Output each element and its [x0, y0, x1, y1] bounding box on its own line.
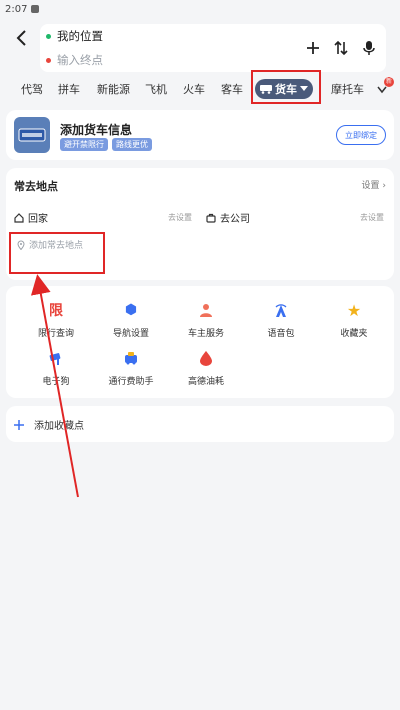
toll-helper-icon [121, 348, 141, 368]
home-label: 回家 [28, 214, 48, 225]
add-favorite-label: 添加收藏点 [34, 421, 84, 432]
truck-card-title: 添加货车信息 [60, 123, 133, 137]
owner-service-icon [196, 300, 216, 320]
truck-tags: 避开禁限行 路线更优 [60, 138, 152, 151]
tag-better-route: 路线更优 [112, 138, 152, 151]
home-place[interactable]: 回家 [14, 210, 48, 225]
company-label: 去公司 [220, 214, 250, 225]
swap-button[interactable] [332, 36, 350, 60]
service-toll-helper[interactable]: 通行费助手 [91, 348, 171, 387]
route-actions [304, 36, 378, 60]
settings-icon: ⬢ [124, 302, 138, 318]
service-fuel-consumption[interactable]: 高德油耗 [166, 348, 246, 387]
home-icon [14, 212, 24, 223]
destination-placeholder: 输入终点 [57, 53, 103, 67]
route-header: 我的位置 输入终点 [0, 18, 400, 72]
service-label: 高德油耗 [187, 377, 224, 387]
back-button[interactable] [10, 26, 34, 50]
back-arrow-icon [16, 30, 26, 46]
fuel-consumption-icon [196, 348, 216, 368]
plus-icon [14, 419, 24, 430]
home-set-link[interactable]: 去设置 [168, 212, 192, 223]
service-label: 收藏夹 [340, 329, 368, 339]
favorites-icon: ★ [346, 300, 362, 320]
places-settings-label: 设置 [361, 181, 380, 191]
service-label: 语音包 [267, 329, 295, 339]
company-set-link[interactable]: 去设置 [360, 212, 384, 223]
briefcase-icon [206, 213, 216, 223]
destination-field[interactable]: 输入终点 [46, 48, 103, 72]
voice-pack-icon [271, 300, 291, 320]
route-input-card: 我的位置 输入终点 [40, 24, 386, 72]
places-title: 常去地点 [14, 180, 58, 193]
end-dot-icon [46, 57, 51, 63]
service-label: 通行费助手 [108, 377, 154, 387]
service-label: 车主服务 [187, 329, 224, 339]
truck-info-card[interactable]: 添加货车信息 避开禁限行 路线更优 立即绑定 [6, 110, 394, 160]
tab-designated-driver[interactable]: 代驾 [21, 82, 43, 98]
service-navigation-settings[interactable]: ⬢ 导航设置 [91, 300, 171, 339]
status-bar: 2:07 [0, 0, 400, 18]
tag-avoid-restrictions: 避开禁限行 [60, 138, 108, 151]
notification-icon [31, 5, 40, 13]
chevron-right-icon: › [382, 181, 386, 191]
tab-flight[interactable]: 飞机 [145, 82, 167, 98]
chevron-down-icon [377, 86, 387, 94]
license-plate-icon [18, 128, 46, 142]
truck-tab-highlight-box [251, 70, 321, 104]
truck-plate-image [14, 117, 50, 153]
service-favorites[interactable]: ★ 收藏夹 [314, 300, 394, 340]
start-dot-icon [46, 33, 51, 39]
add-favorite-card[interactable]: 添加收藏点 [6, 406, 394, 442]
start-label: 我的位置 [57, 29, 103, 43]
services-card: 限 限行查询 ⬢ 导航设置 车主服务 语音包 ★ 收藏夹 电子狗 通行费助手 高… [6, 286, 394, 398]
tab-carpool[interactable]: 拼车 [58, 82, 80, 98]
new-badge: 新 [384, 77, 394, 87]
places-settings-link[interactable]: 设置 › [362, 178, 387, 191]
service-speed-camera[interactable]: 电子狗 [16, 348, 96, 387]
tab-train[interactable]: 火车 [183, 82, 205, 98]
service-owner-service[interactable]: 车主服务 [166, 300, 246, 339]
swap-icon [334, 40, 348, 56]
transport-mode-bar: 代驾 拼车 新能源 飞机 火车 客车 货车 摩托车 新 [0, 72, 400, 108]
microphone-icon [363, 41, 375, 55]
company-place[interactable]: 去公司 [206, 210, 250, 225]
tab-motorcycle[interactable]: 摩托车 [331, 82, 364, 98]
service-label: 导航设置 [112, 329, 149, 339]
add-place-highlight-box [9, 232, 105, 274]
voice-button[interactable] [360, 36, 378, 60]
tab-bus[interactable]: 客车 [221, 82, 243, 98]
speed-camera-icon [46, 348, 66, 368]
plus-icon [307, 42, 319, 54]
status-time: 2:07 [5, 3, 28, 15]
service-label: 限行查询 [37, 329, 74, 339]
service-label: 电子狗 [42, 377, 70, 387]
add-waypoint-button[interactable] [304, 36, 322, 60]
restriction-icon: 限 [49, 303, 63, 319]
tab-new-energy[interactable]: 新能源 [97, 82, 130, 98]
service-restriction-query[interactable]: 限 限行查询 [16, 300, 96, 339]
service-voice-pack[interactable]: 语音包 [241, 300, 321, 339]
start-field[interactable]: 我的位置 [46, 24, 103, 48]
bind-now-button[interactable]: 立即绑定 [336, 125, 386, 145]
